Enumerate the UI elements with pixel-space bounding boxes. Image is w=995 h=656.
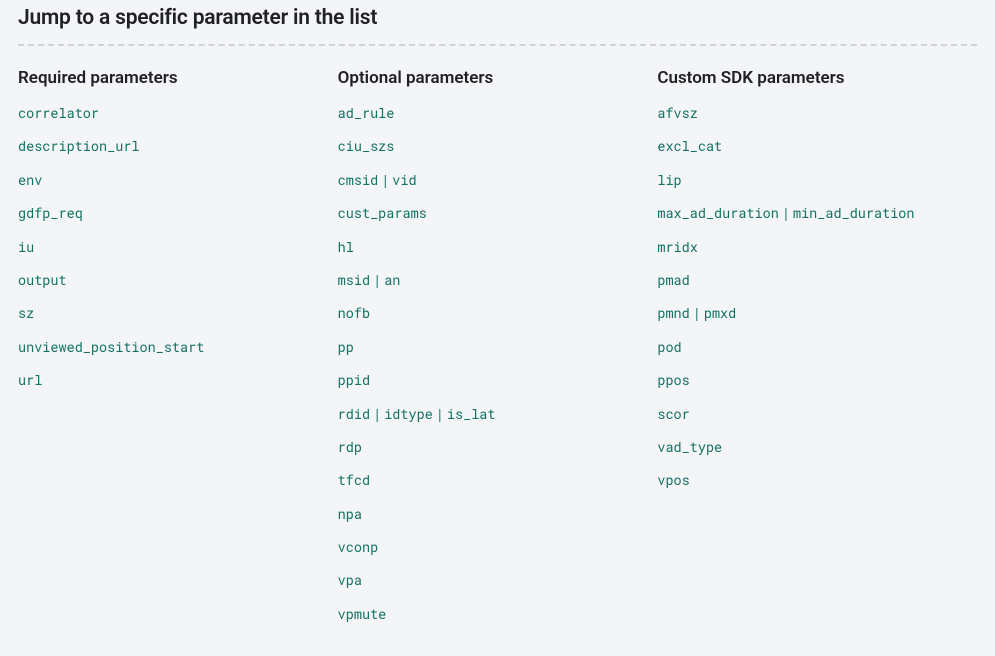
parameter-item: nofb bbox=[338, 302, 658, 324]
parameter-item: description_url bbox=[18, 135, 338, 157]
parameter-item: output bbox=[18, 269, 338, 291]
parameter-link[interactable]: vpmute bbox=[338, 605, 387, 623]
parameter-item: cust_params bbox=[338, 202, 658, 224]
column-heading: Optional parameters bbox=[338, 68, 658, 88]
parameter-link[interactable]: min_ad_duration bbox=[793, 204, 915, 222]
parameter-list: correlator description_urlenv gdfp_reqiu ou… bbox=[18, 102, 338, 392]
parameter-link[interactable]: vad_type bbox=[657, 438, 722, 456]
pipe-separator: | bbox=[782, 204, 790, 222]
parameter-link[interactable]: env bbox=[18, 171, 42, 189]
parameter-item: pod bbox=[657, 336, 977, 358]
parameter-item: gdfp_req bbox=[18, 202, 338, 224]
parameter-link[interactable]: vconp bbox=[338, 538, 379, 556]
parameter-column: Required parameters correlator description… bbox=[18, 68, 338, 636]
parameter-link[interactable]: output bbox=[18, 271, 67, 289]
parameter-link[interactable]: idtype bbox=[384, 405, 433, 423]
parameter-link[interactable]: url bbox=[18, 371, 42, 389]
parameter-link[interactable]: ciu_szs bbox=[338, 137, 395, 155]
parameter-item: lip bbox=[657, 169, 977, 191]
parameter-link[interactable]: vid bbox=[392, 171, 416, 189]
parameter-link[interactable]: pmxd bbox=[704, 304, 736, 322]
column-heading: Custom SDK parameters bbox=[657, 68, 977, 88]
parameter-column: Optional parametersad_ruleciu_szscmsid|v… bbox=[338, 68, 658, 636]
parameter-link[interactable]: sz bbox=[18, 304, 34, 322]
parameter-link[interactable]: rdp bbox=[338, 438, 362, 456]
parameter-item: scor bbox=[657, 403, 977, 425]
parameter-link[interactable]: gdfp_req bbox=[18, 204, 83, 222]
pipe-separator: | bbox=[693, 304, 701, 322]
parameter-link[interactable]: cust_params bbox=[338, 204, 427, 222]
parameter-item: pp bbox=[338, 336, 658, 358]
parameter-item: excl_cat bbox=[657, 135, 977, 157]
parameter-item: vad_type bbox=[657, 436, 977, 458]
parameter-link[interactable]: nofb bbox=[338, 304, 370, 322]
pipe-separator: | bbox=[381, 171, 389, 189]
parameter-item: url bbox=[18, 369, 338, 391]
parameter-link[interactable]: cmsid bbox=[338, 171, 379, 189]
parameter-link[interactable]: lip bbox=[657, 171, 681, 189]
parameter-item: tfcd bbox=[338, 469, 658, 491]
parameter-item: hl bbox=[338, 236, 658, 258]
parameter-link[interactable]: iu bbox=[18, 238, 34, 256]
parameter-list: afvszexcl_catlipmax_ad_duration|min_ad_d… bbox=[657, 102, 977, 492]
parameter-item: max_ad_duration|min_ad_duration bbox=[657, 202, 977, 224]
parameter-list: ad_ruleciu_szscmsid|vidcust_paramshlmsid… bbox=[338, 102, 658, 625]
parameter-link[interactable]: ppos bbox=[657, 371, 689, 389]
parameter-link[interactable]: max_ad_duration bbox=[657, 204, 779, 222]
parameter-columns: Required parameters correlator description… bbox=[18, 68, 977, 636]
parameter-link[interactable]: description_url bbox=[18, 137, 140, 155]
parameter-item: unviewed_position_start bbox=[18, 336, 338, 358]
pipe-separator: | bbox=[436, 405, 444, 423]
parameter-link[interactable]: npa bbox=[338, 505, 362, 523]
parameter-link[interactable]: ppid bbox=[338, 371, 370, 389]
parameter-item: vpa bbox=[338, 569, 658, 591]
parameter-item: ciu_szs bbox=[338, 135, 658, 157]
parameter-link[interactable]: msid bbox=[338, 271, 370, 289]
page-title: Jump to a specific parameter in the list bbox=[18, 6, 977, 30]
pipe-separator: | bbox=[373, 271, 381, 289]
parameter-link[interactable]: tfcd bbox=[338, 471, 370, 489]
column-heading: Required parameters bbox=[18, 68, 338, 88]
parameter-link[interactable]: unviewed_position_start bbox=[18, 338, 204, 356]
parameter-link[interactable]: pod bbox=[657, 338, 681, 356]
parameter-item: msid|an bbox=[338, 269, 658, 291]
parameter-link[interactable]: an bbox=[384, 271, 400, 289]
parameter-link[interactable]: scor bbox=[657, 405, 689, 423]
parameter-link[interactable]: pp bbox=[338, 338, 354, 356]
parameter-link[interactable]: mridx bbox=[657, 238, 698, 256]
parameter-item: vconp bbox=[338, 536, 658, 558]
parameter-link[interactable]: correlator bbox=[18, 104, 99, 122]
parameter-item: ppos bbox=[657, 369, 977, 391]
parameter-item: ad_rule bbox=[338, 102, 658, 124]
parameter-item: iu bbox=[18, 236, 338, 258]
parameter-link[interactable]: is_lat bbox=[447, 405, 496, 423]
parameter-item: rdid|idtype|is_lat bbox=[338, 403, 658, 425]
parameter-item: pmad bbox=[657, 269, 977, 291]
parameter-link[interactable]: pmnd bbox=[657, 304, 689, 322]
parameter-item: ppid bbox=[338, 369, 658, 391]
parameter-link[interactable]: pmad bbox=[657, 271, 689, 289]
section-divider bbox=[18, 44, 977, 46]
parameter-item: vpmute bbox=[338, 603, 658, 625]
parameter-item: sz bbox=[18, 302, 338, 324]
parameter-item: npa bbox=[338, 503, 658, 525]
parameter-item: mridx bbox=[657, 236, 977, 258]
parameter-link[interactable]: ad_rule bbox=[338, 104, 395, 122]
parameter-item: vpos bbox=[657, 469, 977, 491]
parameter-column: Custom SDK parameters afvsz excl_catlip max… bbox=[657, 68, 977, 636]
parameter-item: afvsz bbox=[657, 102, 977, 124]
parameter-link[interactable]: vpos bbox=[657, 471, 689, 489]
parameter-item: pmnd|pmxd bbox=[657, 302, 977, 324]
parameter-item: correlator bbox=[18, 102, 338, 124]
parameter-item: rdp bbox=[338, 436, 658, 458]
parameter-link[interactable]: excl_cat bbox=[657, 137, 722, 155]
parameter-link[interactable]: afvsz bbox=[657, 104, 698, 122]
parameter-item: env bbox=[18, 169, 338, 191]
parameter-link[interactable]: hl bbox=[338, 238, 354, 256]
parameter-item: cmsid|vid bbox=[338, 169, 658, 191]
pipe-separator: | bbox=[373, 405, 381, 423]
parameter-link[interactable]: rdid bbox=[338, 405, 370, 423]
